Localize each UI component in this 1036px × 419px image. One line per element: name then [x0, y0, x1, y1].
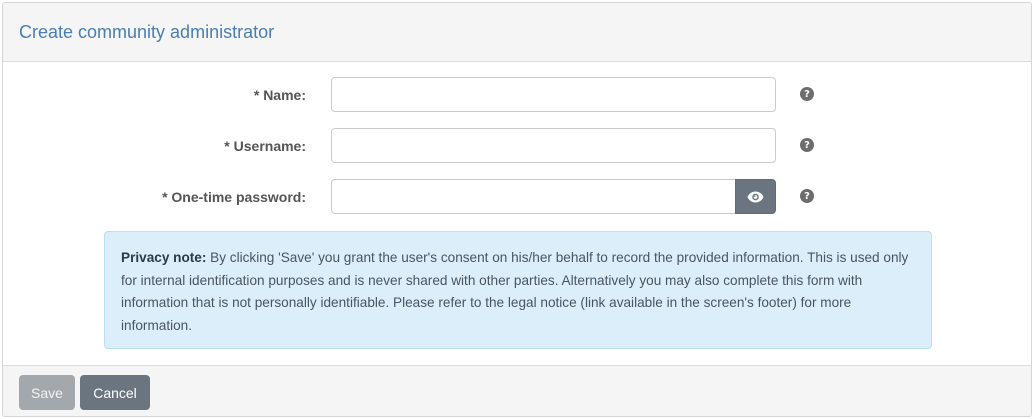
privacy-note-text: By clicking 'Save' you grant the user's … [121, 250, 909, 333]
show-password-button[interactable] [735, 179, 776, 214]
panel-footer: Save Cancel [3, 365, 1031, 416]
username-input[interactable] [331, 128, 776, 163]
cancel-button[interactable]: Cancel [80, 375, 150, 410]
save-button[interactable]: Save [19, 375, 75, 410]
name-label: * Name: [253, 86, 306, 103]
name-row: * Name: ? [3, 77, 1031, 112]
create-admin-panel: Create community administrator * Name: ?… [2, 2, 1032, 417]
password-row: * One-time password: ? [3, 179, 1031, 214]
name-input[interactable] [331, 77, 776, 112]
password-help-icon[interactable]: ? [800, 189, 814, 203]
password-label: * One-time password: [162, 188, 306, 205]
panel-header: Create community administrator [3, 3, 1031, 62]
password-input[interactable] [331, 179, 735, 214]
username-label: * Username: [224, 137, 306, 154]
username-help-icon[interactable]: ? [800, 138, 814, 152]
eye-icon [747, 191, 764, 202]
privacy-note: Privacy note: By clicking 'Save' you gra… [104, 231, 932, 349]
name-help-icon[interactable]: ? [800, 87, 814, 101]
page-title: Create community administrator [19, 21, 275, 42]
form-body: * Name: ? * Username: ? * One-time passw… [3, 62, 1031, 365]
privacy-note-title: Privacy note: [121, 250, 207, 265]
username-row: * Username: ? [3, 128, 1031, 163]
